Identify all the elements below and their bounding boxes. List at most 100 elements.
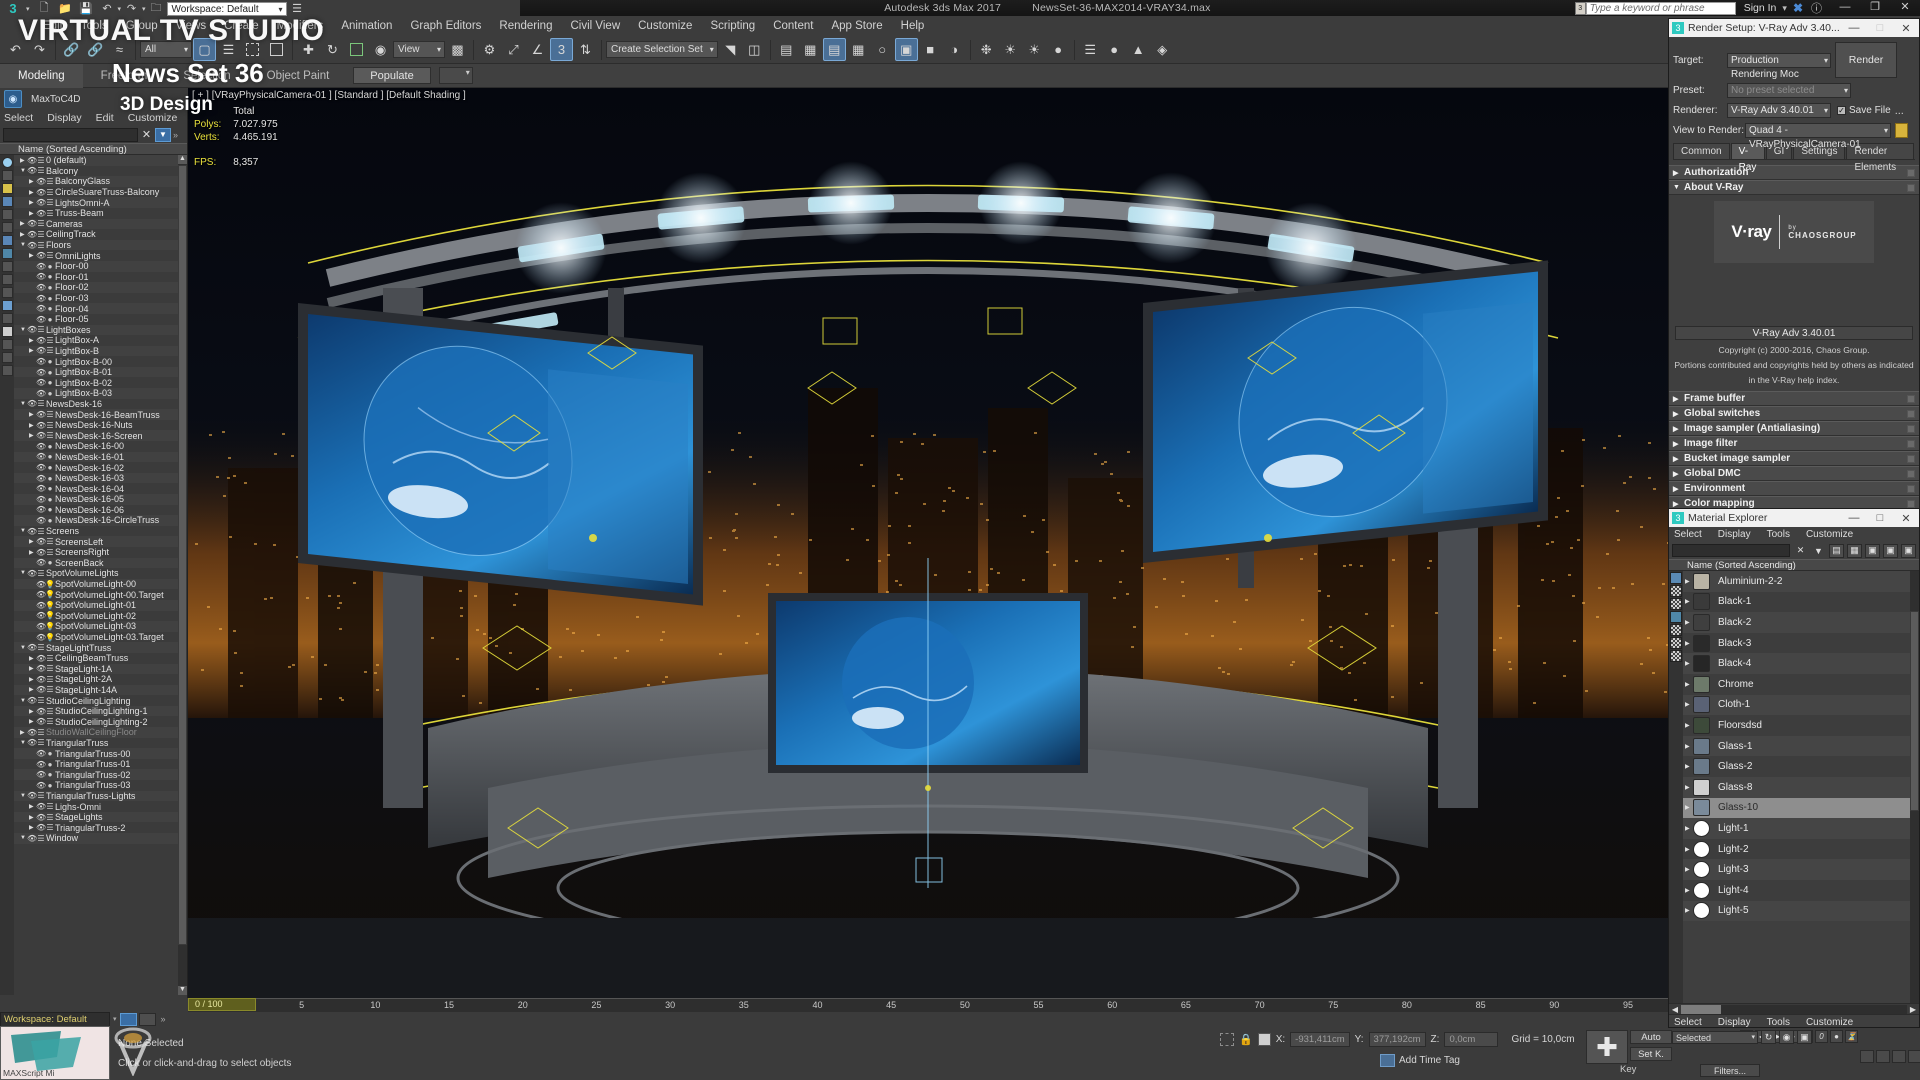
material-row[interactable]: ▶ Glass-1 [1683,736,1910,757]
visibility-eye-icon[interactable]: 👁 [36,431,45,440]
scene-explorer-row[interactable]: ▶ 👁 ☰ StageLight-1A [14,664,178,675]
scene-explorer-column-header[interactable]: Name (Sorted Ascending) [0,143,187,155]
scene-explorer-menu-display[interactable]: Display [47,112,81,124]
visibility-eye-icon[interactable]: 👁 [36,389,45,398]
visibility-eye-icon[interactable]: 👁 [36,717,45,726]
menu-item-civil-view[interactable]: Civil View [561,16,629,36]
render-tab-common[interactable]: Common [1673,143,1730,159]
scene-explorer-scrollbar[interactable]: ▲ ▼ [178,155,187,995]
material-row[interactable]: ▶ Black-3 [1683,633,1910,654]
menu-item-animation[interactable]: Animation [332,16,401,36]
expand-arrow-icon[interactable]: ▶ [29,665,36,672]
material-swatch[interactable] [1693,635,1710,652]
window-crossing-button[interactable] [265,38,288,61]
viewport-label[interactable]: [ + ] [VRayPhysicalCamera-01 ] [Standard… [192,90,466,101]
material-swatch[interactable] [1693,614,1710,631]
expand-arrow-icon[interactable]: ▶ [29,210,36,217]
scene-explorer-row[interactable]: ▼ 👁 ☰ LightBoxes [14,325,178,336]
scene-explorer-row[interactable]: ▶ 👁 ☰ NewsDesk-16-Nuts [14,420,178,431]
visibility-eye-icon[interactable]: 👁 [36,707,45,716]
rail-icon-hidden[interactable] [2,300,13,311]
scene-explorer-menu-edit[interactable]: Edit [96,112,114,124]
visibility-eye-icon[interactable]: 👁 [36,580,45,589]
align-button[interactable]: ◫ [743,38,766,61]
expand-arrow-icon[interactable]: ▼ [20,570,27,576]
rollout-pin-icon[interactable] [1907,470,1915,478]
maxtoc4d-icon[interactable]: ◉ [4,90,22,108]
rail-icon-checker[interactable] [1670,585,1682,597]
rail-icon-bones[interactable] [2,261,13,272]
show-maps-icon[interactable]: ▣ [1883,544,1898,558]
visibility-eye-icon[interactable]: 👁 [36,558,45,567]
visibility-eye-icon[interactable]: 👁 [27,399,36,408]
scene-explorer-list[interactable]: ▶ 👁 ☰ 0 (default) ▼ 👁 ☰ Balcony ▶ 👁 ☰ BalconyGlass ▶… [14,155,178,995]
auto-key-button[interactable]: Auto [1630,1030,1672,1044]
scroll-down-icon[interactable]: ▼ [178,986,187,995]
scene-explorer-row[interactable]: ▶ 👁 ☰ LightBox-A [14,335,178,346]
scene-explorer-row[interactable]: 👁 ● NewsDesk-16-00 [14,441,178,452]
visibility-eye-icon[interactable]: 👁 [36,664,45,673]
y-field[interactable]: 377,192cm [1369,1032,1426,1047]
expand-arrow-icon[interactable]: ▶ [29,676,36,683]
redo-button[interactable]: ↷ [28,38,51,61]
visibility-eye-icon[interactable]: 👁 [36,336,45,345]
named-selection-set-combo[interactable]: Create Selection Set [606,41,718,58]
expand-arrow-icon[interactable]: ▼ [20,168,27,174]
expand-arrow-icon[interactable]: ▶ [29,655,36,662]
hscroll-track[interactable] [1681,1005,1907,1014]
expand-all-icon[interactable]: ▤ [1829,544,1844,558]
visibility-eye-icon[interactable]: 👁 [36,802,45,811]
visibility-eye-icon[interactable]: 👁 [27,643,36,652]
rail-icon-frozen[interactable] [2,287,13,298]
scene-explorer-row[interactable]: 👁 ● Floor-02 [14,282,178,293]
open-file-icon[interactable]: 📁 [56,1,75,16]
visibility-eye-icon[interactable]: 👁 [36,622,45,631]
new-file-icon[interactable]: 🗋 [35,1,54,16]
lock-selection-icon[interactable]: 🔒 [1239,1033,1253,1046]
preset-combo[interactable]: No preset selected [1727,83,1851,98]
scene-explorer-row[interactable]: ▶ 👁 ☰ Truss-Beam [14,208,178,219]
material-swatch[interactable] [1693,861,1710,878]
rollout-pin-icon[interactable] [1907,395,1915,403]
material-row[interactable]: ▶ Aluminium-2-2 [1683,571,1910,592]
save-file-checkbox[interactable]: ✓ [1837,106,1846,115]
ribbon-options-chevron-icon[interactable] [439,67,473,84]
x-field[interactable]: -931,411cm [1290,1032,1349,1047]
maxtoc4d-label[interactable]: MaxToC4D [25,94,86,105]
show-scene-materials-icon[interactable]: ▣ [1865,544,1880,558]
scene-explorer-row[interactable]: ▶ 👁 ☰ StageLight-14A [14,685,178,696]
z-field[interactable]: 0,0cm [1444,1032,1498,1047]
visibility-eye-icon[interactable]: 👁 [27,219,36,228]
expand-arrow-icon[interactable]: ▶ [1685,660,1693,667]
scene-explorer-row[interactable]: ▶ 👁 ☰ Cameras [14,219,178,230]
material-list[interactable]: ▶ Aluminium-2-2 ▶ Black-1 ▶ Black-2 ▶ Black-3 ▶ B… [1683,571,1910,1003]
material-swatch[interactable] [1693,593,1710,610]
schematic-view-button[interactable]: ▦ [847,38,870,61]
rail-icon-geometry[interactable] [2,157,13,168]
filter-funnel-icon[interactable]: ▼ [155,128,171,142]
visibility-eye-icon[interactable]: 👁 [36,823,45,832]
select-and-place-button[interactable]: ◉ [369,38,392,61]
renderer-combo[interactable]: V-Ray Adv 3.40.01 [1727,103,1831,118]
show-unused-icon[interactable]: ▣ [1901,544,1916,558]
select-and-scale-button[interactable] [345,38,368,61]
help-icon[interactable]: ⓘ [1811,0,1830,16]
expand-options-icon[interactable]: » [173,130,184,140]
redo-chevron-icon[interactable]: ▾ [142,5,146,13]
clear-find-icon[interactable]: ✕ [1793,544,1808,558]
material-swatch[interactable] [1693,902,1710,919]
scene-explorer-menu-customize[interactable]: Customize [128,112,178,124]
scene-explorer-row[interactable]: 👁 ● TriangularTruss-00 [14,748,178,759]
vray-material-icon[interactable]: ● [1103,38,1126,61]
application-menu-icon[interactable]: 3 [0,0,26,17]
scene-explorer-row[interactable]: ▼ 👁 ☰ StageLightTruss [14,642,178,653]
scene-explorer-row[interactable]: 👁 ● LightBox-B-00 [14,356,178,367]
visibility-eye-icon[interactable]: 👁 [36,654,45,663]
compact-material-editor-button[interactable]: ○ [871,38,894,61]
angle-snap-toggle-button[interactable]: ∠ [526,38,549,61]
rollout-pin-icon[interactable] [1907,184,1915,192]
scene-explorer-row[interactable]: ▶ 👁 ☰ ScreensRight [14,547,178,558]
menu-item-help[interactable]: Help [892,16,934,36]
scene-explorer-row[interactable]: 👁 ● NewsDesk-16-03 [14,473,178,484]
material-explorer-dialog[interactable]: 3 Material Explorer — □ ✕ Select Display… [1668,508,1920,1028]
